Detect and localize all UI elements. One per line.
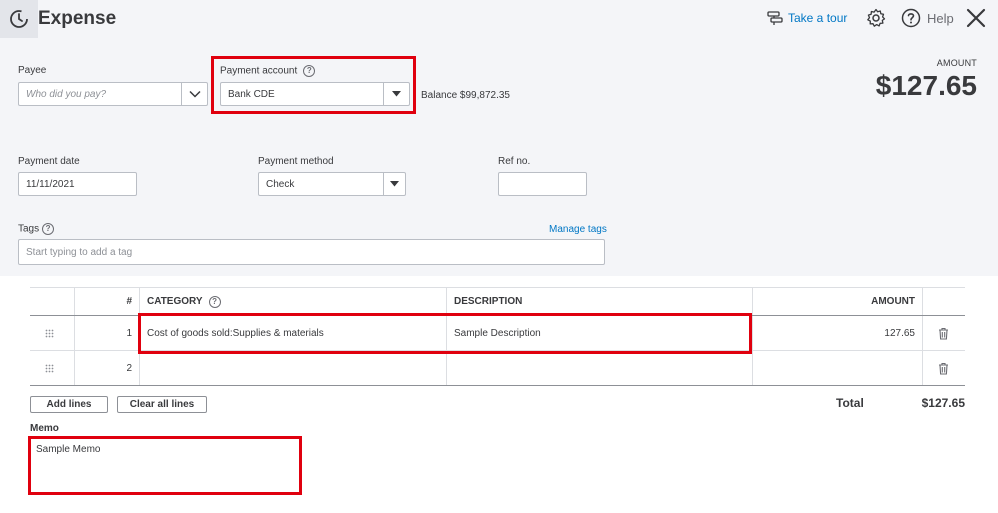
amount-value: $127.65 [875,70,977,101]
add-lines-button[interactable]: Add lines [30,396,108,413]
payment-account-label: Payment account? [220,65,316,77]
table-row[interactable]: 1 Cost of goods sold:Supplies & material… [30,316,965,351]
form-header-panel [0,0,998,276]
drag-handle-icon[interactable] [45,329,54,338]
row-category[interactable]: Cost of goods sold:Supplies & materials [139,316,446,350]
tags-label: Tags? [18,223,55,235]
settings-button[interactable] [866,8,886,33]
history-clock-icon [10,10,28,28]
header-amount: AMOUNT [752,288,922,315]
gear-icon [867,8,886,27]
header-description: DESCRIPTION [446,288,752,315]
total-label: Total [836,396,864,410]
ref-no-field[interactable] [498,172,587,196]
take-a-tour-link[interactable]: Take a tour [767,9,847,27]
trash-icon[interactable] [938,327,949,340]
ref-no-label: Ref no. [498,156,531,167]
payment-account-dropdown-button[interactable] [383,83,409,105]
row-description[interactable] [446,351,752,385]
help-button[interactable]: Help [901,8,954,28]
header-category: CATEGORY? [139,288,446,315]
help-label: Help [927,10,954,26]
payment-method-label: Payment method [258,156,334,167]
payee-label: Payee [18,65,47,76]
help-icon [901,8,921,28]
info-icon[interactable]: ? [303,65,316,77]
row-number: 1 [74,316,139,350]
table-row[interactable]: 2 [30,351,965,386]
total-value: $127.65 [921,396,965,410]
take-a-tour-label: Take a tour [788,11,848,25]
payment-date-label: Payment date [18,156,80,167]
caret-down-icon [392,91,401,97]
payment-date-field[interactable]: 11/11/2021 [18,172,137,196]
tags-input[interactable]: Start typing to add a tag [18,239,605,265]
payment-method-select[interactable]: Check [258,172,406,196]
row-description[interactable]: Sample Description [446,316,752,350]
amount-label: AMOUNT [936,58,977,68]
memo-label: Memo [30,423,59,434]
trash-icon[interactable] [938,362,949,375]
header-actions [922,288,965,315]
payee-select[interactable]: Who did you pay? [18,82,208,106]
payment-account-select[interactable]: Bank CDE [220,82,410,106]
payee-dropdown-button[interactable] [181,83,207,105]
payment-account-label-text: Payment account [220,65,298,77]
page-title: Expense [38,8,117,29]
payment-account-value: Bank CDE [228,88,275,100]
chevron-down-icon [188,90,201,98]
recent-transactions-button[interactable] [0,0,38,38]
row-amount[interactable]: 127.65 [752,316,922,350]
row-number: 2 [74,351,139,385]
tags-placeholder: Start typing to add a tag [26,246,133,258]
info-icon[interactable]: ? [42,223,55,235]
payment-method-dropdown-button[interactable] [383,173,405,195]
row-amount[interactable] [752,351,922,385]
balance-value: $99,872.35 [459,90,510,101]
info-icon[interactable]: ? [208,295,221,308]
table-header-row: # CATEGORY? DESCRIPTION AMOUNT [30,287,965,316]
tags-label-text: Tags [18,223,40,235]
signpost-icon [767,11,783,25]
payee-placeholder: Who did you pay? [26,88,107,100]
row-category[interactable] [139,351,446,385]
caret-down-icon [390,181,399,187]
clear-all-lines-button[interactable]: Clear all lines [117,396,207,413]
memo-field[interactable]: Sample Memo [30,437,300,493]
close-icon [966,8,986,28]
close-button[interactable] [966,8,986,33]
account-balance: Balance $99,872.35 [421,90,510,101]
manage-tags-link[interactable]: Manage tags [549,224,607,235]
payment-date-value: 11/11/2021 [26,178,75,190]
payment-method-value: Check [266,178,295,190]
header-number: # [74,288,139,315]
drag-handle-icon[interactable] [45,364,54,373]
balance-label: Balance [421,90,458,101]
header-category-text: CATEGORY [147,296,203,307]
